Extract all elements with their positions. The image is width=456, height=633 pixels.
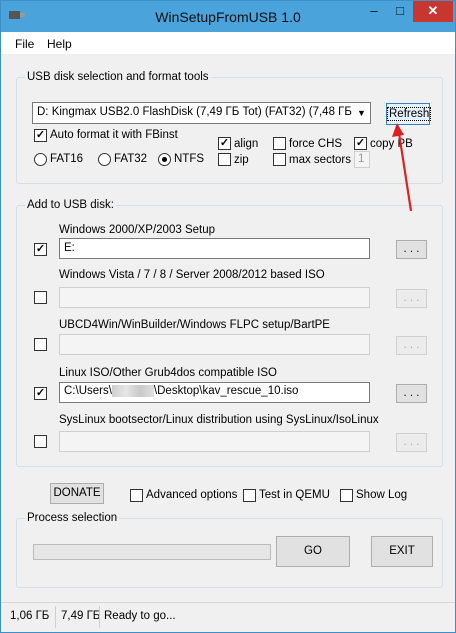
windows-vista-label: Windows Vista / 7 / 8 / Server 2008/2012… — [59, 269, 325, 281]
max-sectors-input[interactable]: 1 — [354, 151, 370, 168]
exit-button[interactable]: EXIT — [371, 536, 433, 567]
donate-button[interactable]: DONATE — [50, 483, 104, 504]
force-chs-checkbox[interactable] — [273, 137, 286, 150]
usb-disk-select[interactable]: D: Kingmax USB2.0 FlashDisk (7,49 ГБ Tot… — [32, 102, 371, 124]
syslinux-path-input[interactable] — [59, 431, 370, 452]
menu-file[interactable]: File — [15, 37, 34, 51]
progress-bar — [33, 544, 271, 560]
linux-iso-label: Linux ISO/Other Grub4dos compatible ISO — [59, 367, 277, 379]
linux-iso-checkbox[interactable]: ✓ — [34, 387, 47, 400]
windows-xp-label: Windows 2000/XP/2003 Setup — [59, 224, 215, 236]
windows-xp-path-input[interactable]: E: — [59, 238, 370, 259]
chevron-down-icon[interactable]: ▼ — [353, 103, 370, 123]
linux-iso-path-input[interactable]: C:\Users\ \Desktop\kav_rescue_10.iso — [59, 382, 370, 403]
go-button[interactable]: GO — [276, 536, 350, 567]
auto-format-checkbox[interactable]: ✓ — [34, 129, 47, 142]
syslinux-browse-button[interactable]: . . . — [396, 433, 427, 452]
show-log-checkbox[interactable] — [340, 489, 353, 502]
advanced-options-checkbox[interactable] — [130, 489, 143, 502]
ubcd4win-checkbox[interactable] — [34, 338, 47, 351]
ubcd4win-browse-button[interactable]: . . . — [396, 336, 427, 355]
fat16-label: FAT16 — [50, 153, 84, 165]
ntfs-radio[interactable] — [158, 153, 171, 166]
title-bar[interactable]: WinSetupFromUSB 1.0 – □ ✕ — [1, 1, 455, 32]
zip-checkbox[interactable] — [218, 153, 231, 166]
test-qemu-checkbox[interactable] — [243, 489, 256, 502]
ubcd4win-path-input[interactable] — [59, 334, 370, 355]
windows-vista-path-input[interactable] — [59, 287, 370, 308]
usb-disk-value: D: Kingmax USB2.0 FlashDisk (7,49 ГБ Tot… — [37, 106, 371, 118]
auto-format-label: Auto format it with FBinst — [50, 129, 178, 141]
copy-pb-checkbox[interactable]: ✓ — [354, 137, 367, 150]
status-separator — [55, 606, 56, 628]
refresh-label: Refresh — [387, 107, 432, 121]
ntfs-label: NTFS — [174, 153, 205, 165]
align-checkbox[interactable]: ✓ — [218, 137, 231, 150]
status-total: 1,06 ГБ — [10, 610, 50, 622]
close-button[interactable]: ✕ — [413, 1, 453, 22]
app-window: WinSetupFromUSB 1.0 – □ ✕ File Help USB … — [0, 0, 456, 633]
windows-vista-checkbox[interactable] — [34, 291, 47, 304]
show-log-label: Show Log — [356, 489, 408, 501]
linux-iso-browse-button[interactable]: . . . — [396, 384, 427, 403]
usb-group-title: USB disk selection and format tools — [25, 71, 211, 83]
menu-bar: File Help — [1, 32, 455, 54]
max-sectors-checkbox[interactable] — [273, 153, 286, 166]
status-message: Ready to go... — [104, 610, 176, 622]
maximize-button[interactable]: □ — [387, 1, 413, 22]
advanced-options-label: Advanced options — [146, 489, 238, 501]
menu-help[interactable]: Help — [47, 37, 72, 51]
test-qemu-label: Test in QEMU — [259, 489, 330, 501]
linux-iso-path-prefix: C:\Users\ — [64, 385, 112, 398]
add-group-title: Add to USB disk: — [25, 199, 116, 211]
linux-iso-path-suffix: \Desktop\kav_rescue_10.iso — [153, 385, 299, 398]
zip-label: zip — [234, 154, 249, 166]
status-bar: 1,06 ГБ 7,49 ГБ Ready to go... — [1, 602, 455, 632]
redacted-username — [111, 385, 154, 397]
fat32-radio[interactable] — [98, 153, 111, 166]
max-sectors-label: max sectors — [289, 154, 351, 166]
windows-xp-browse-button[interactable]: . . . — [396, 240, 427, 259]
syslinux-label: SysLinux bootsector/Linux distribution u… — [59, 414, 379, 426]
annotation-arrow-icon — [392, 123, 413, 212]
minimize-button[interactable]: – — [361, 1, 387, 22]
fat32-label: FAT32 — [114, 153, 148, 165]
windows-vista-browse-button[interactable]: . . . — [396, 289, 427, 308]
force-chs-label: force CHS — [289, 138, 343, 150]
align-label: align — [234, 138, 259, 150]
syslinux-checkbox[interactable] — [34, 435, 47, 448]
fat16-radio[interactable] — [34, 153, 47, 166]
ubcd4win-label: UBCD4Win/WinBuilder/Windows FLPC setup/B… — [59, 319, 330, 331]
status-separator — [99, 606, 100, 628]
status-size: 7,49 ГБ — [61, 610, 101, 622]
windows-xp-checkbox[interactable]: ✓ — [34, 243, 47, 256]
process-group-title: Process selection — [25, 512, 120, 524]
